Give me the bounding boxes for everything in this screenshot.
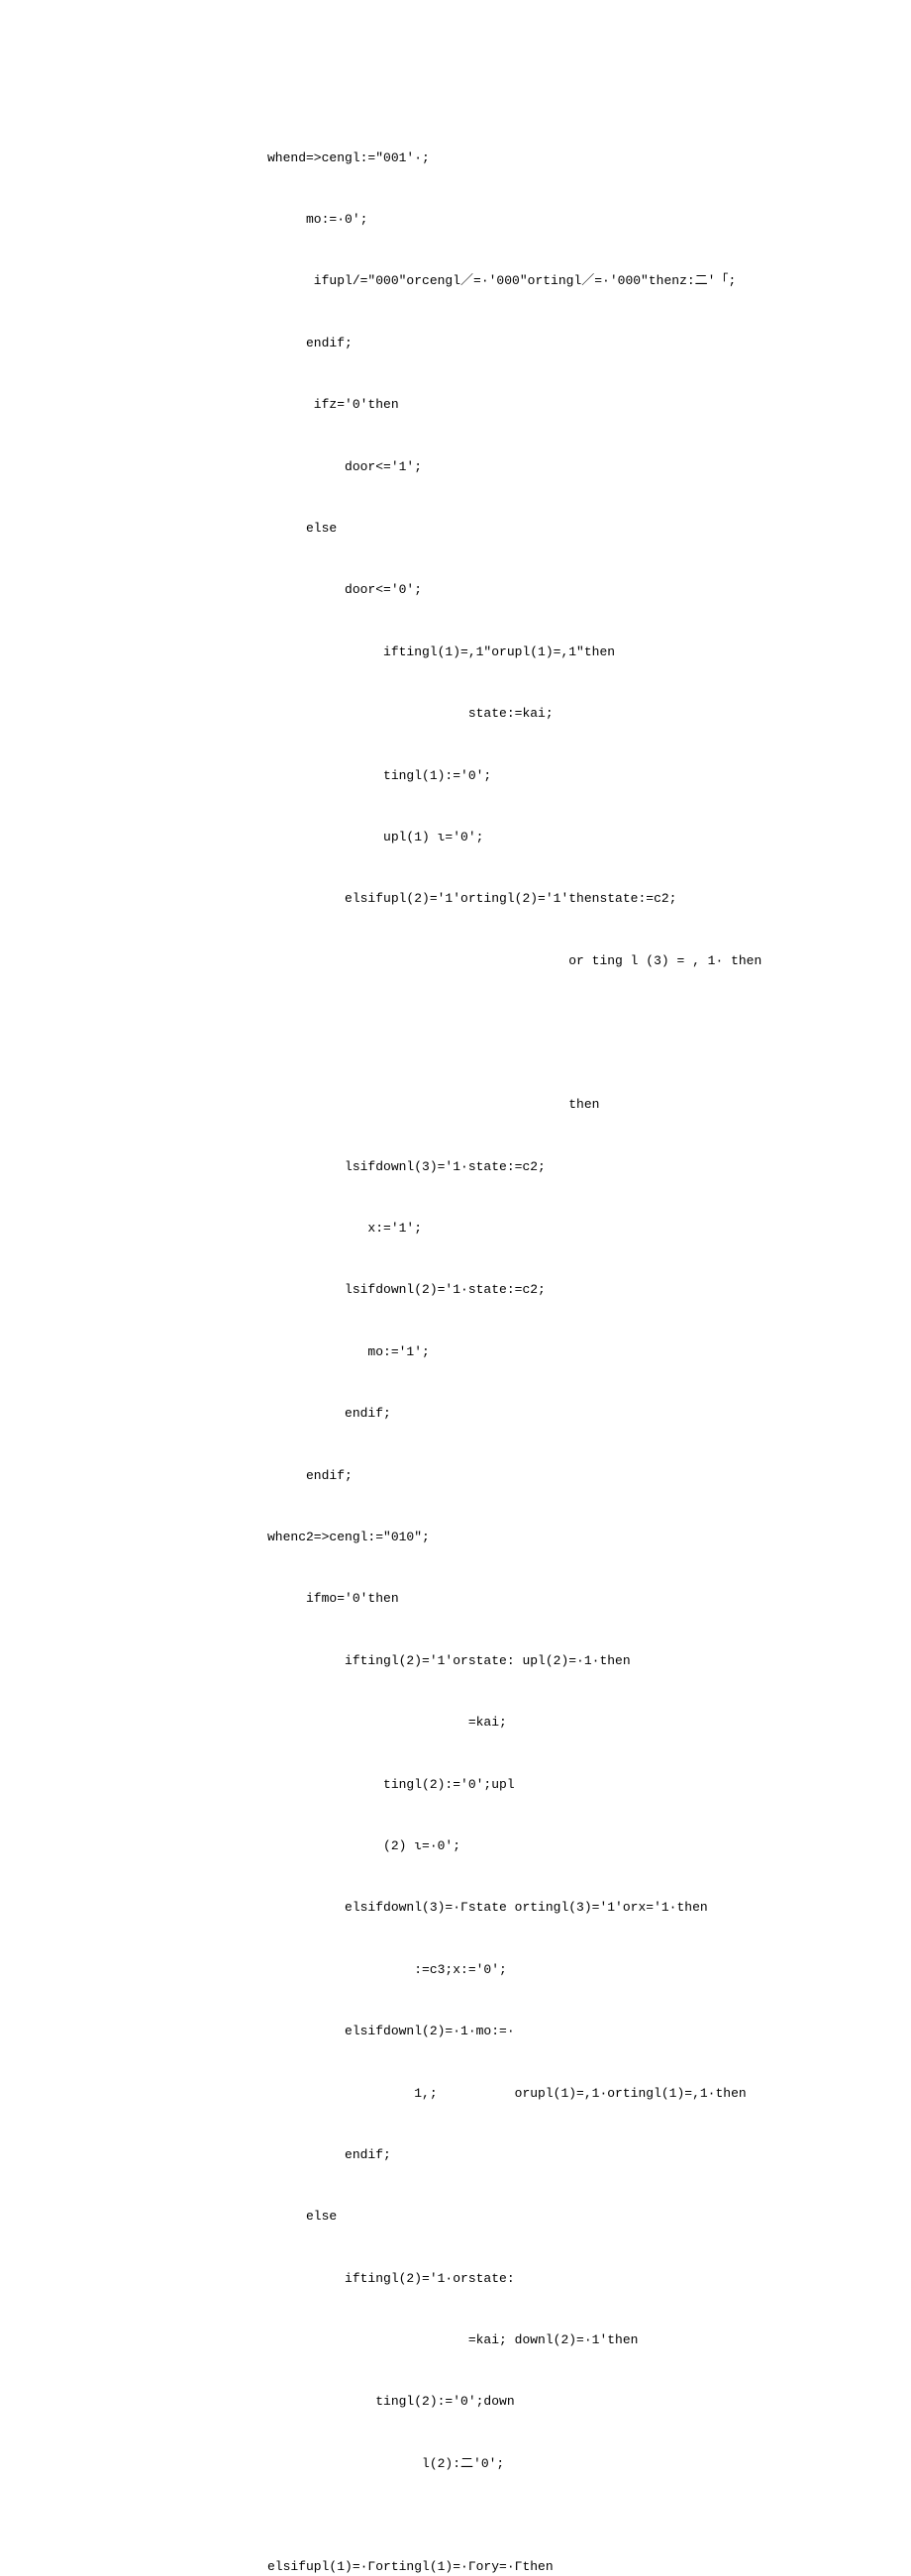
- code-line: tingl(1):='0';: [267, 766, 852, 787]
- code-line: =kai; downl(2)=·1'then: [267, 2330, 852, 2351]
- code-line: endif;: [267, 334, 852, 354]
- code-line: 1,; orupl(1)=,1·ortingl(1)=,1·then: [267, 2084, 852, 2105]
- code-line: =kai;: [267, 1713, 852, 1734]
- code-line: lsifdownl(2)='1·state:=c2;: [267, 1280, 852, 1301]
- code-line: door<='1';: [267, 457, 852, 478]
- code-line: elsifupl(2)='1'ortingl(2)='1'thenstate:=…: [267, 889, 852, 910]
- code-block: whend=>cengl:="001'·; mo:=·0'; ifupl/="0…: [267, 107, 852, 2576]
- code-line: iftingl(1)=,1"orupl(1)=,1"then: [267, 643, 852, 663]
- code-line: :=c3;x:='0';: [267, 1960, 852, 1981]
- code-line: ifupl/="000"orcengl／=·'000"ortingl／=·'00…: [267, 271, 852, 292]
- code-line: else: [267, 2207, 852, 2228]
- code-line: mo:=·0';: [267, 210, 852, 231]
- code-line: mo:='1';: [267, 1342, 852, 1363]
- code-line: ifmo='0'then: [267, 1589, 852, 1610]
- code-line: ifz='0'then: [267, 395, 852, 416]
- code-line: elsifdownl(3)=·Γstate ortingl(3)='1'orx=…: [267, 1898, 852, 1919]
- code-line: tingl(2):='0';down: [267, 2392, 852, 2413]
- code-line: whend=>cengl:="001'·;: [267, 149, 852, 169]
- code-line: lsifdownl(3)='1·state:=c2;: [267, 1157, 852, 1178]
- code-line: l(2):二'0';: [267, 2454, 852, 2475]
- code-line: else: [267, 519, 852, 540]
- code-line: endif;: [267, 1404, 852, 1425]
- code-line: endif;: [267, 1466, 852, 1487]
- code-line: tingl(2):='0';upl: [267, 1775, 852, 1796]
- code-line: upl(1) ι='0';: [267, 828, 852, 848]
- code-line: whenc2=>cengl:="010";: [267, 1528, 852, 1548]
- code-line: state:=kai;: [267, 704, 852, 725]
- code-line: (2) ι=·0';: [267, 1836, 852, 1857]
- code-line: endif;: [267, 2145, 852, 2166]
- code-line: or ting l (3) = , 1· then: [267, 951, 852, 972]
- code-line: door<='0';: [267, 580, 852, 601]
- code-line: x:='1';: [267, 1219, 852, 1239]
- page: whend=>cengl:="001'·; mo:=·0'; ifupl/="0…: [0, 0, 911, 1288]
- code-line: iftingl(2)='1·orstate:: [267, 2269, 852, 2290]
- code-line: elsifupl(1)=·Γortingl(1)=·Γory=·Γthen: [267, 2557, 852, 2576]
- code-line: iftingl(2)='1'orstate: upl(2)=·1·then: [267, 1651, 852, 1672]
- code-line: elsifdownl(2)=·1·mo:=·: [267, 2022, 852, 2042]
- code-line: then: [267, 1095, 852, 1116]
